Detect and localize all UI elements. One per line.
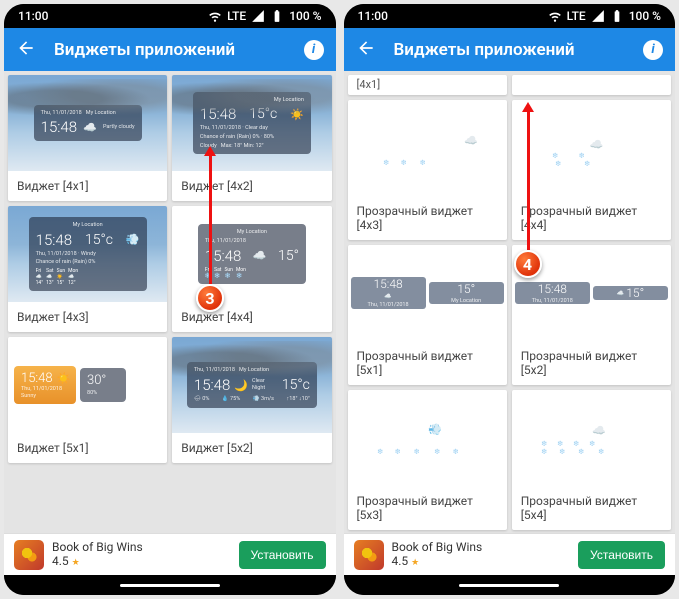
step-badge-3: 3	[196, 284, 224, 312]
network-label: LTE	[227, 9, 246, 23]
widget-card[interactable]: My Location Thu, 11/01/2018 15:48☁️15° F…	[172, 206, 331, 332]
widget-label: Прозрачный виджет [5x2]	[512, 341, 671, 385]
widget-label: Прозрачный виджет [4x4]	[512, 196, 671, 240]
widget-card[interactable]: My Location 15:4815°c💨 Thu, 11/01/2018 ·…	[8, 206, 167, 332]
step-badge-4: 4	[514, 250, 542, 278]
widget-label: Виджет [5x2]	[172, 433, 331, 463]
widget-label: Виджет [4x4]	[172, 302, 331, 332]
scroll-arrow	[209, 154, 212, 284]
app-bar-title: Виджеты приложений	[54, 40, 286, 60]
status-bar: 11:00 LTE 100 %	[344, 4, 676, 28]
phone-left: 11:00 LTE 100 % Виджеты приложений i Thu…	[4, 4, 336, 595]
info-icon[interactable]: i	[643, 40, 663, 60]
install-button[interactable]: Установить	[578, 541, 665, 569]
network-label: LTE	[567, 9, 586, 23]
widget-card[interactable]: Thu, 11/01/2018 My Location 15:48🌙Clear …	[172, 337, 331, 463]
status-time: 11:00	[358, 9, 388, 23]
widget-list[interactable]: [4x1] My Location 15:48☁️ Thu, 11/01/201…	[344, 71, 676, 533]
ad-banner[interactable]: Book of Big Wins 4.5 ★ Установить	[344, 533, 676, 575]
widget-card[interactable]: 15:48💨15° Thu, 11/01/2018 · Windy Fri ❄️…	[348, 390, 507, 530]
battery-label: 100 %	[289, 9, 321, 23]
status-right: LTE 100 %	[208, 9, 321, 23]
widget-label: Виджет [4x2]	[172, 171, 331, 201]
wifi-icon	[208, 9, 222, 23]
widget-card[interactable]: Thu, 11/01/2018 My Location 15:48☁️Partl…	[8, 75, 167, 201]
ad-app-icon	[354, 540, 384, 570]
widget-label: Прозрачный виджет [5x3]	[348, 486, 507, 530]
battery-icon	[270, 9, 284, 23]
widget-label: Виджет [5x1]	[8, 433, 167, 463]
ad-text: Book of Big Wins 4.5 ★	[52, 540, 231, 569]
wifi-icon	[548, 9, 562, 23]
back-icon[interactable]	[16, 38, 36, 62]
status-right: LTE 100 %	[548, 9, 661, 23]
info-icon[interactable]: i	[304, 40, 324, 60]
battery-label: 100 %	[629, 9, 661, 23]
install-button[interactable]: Установить	[239, 541, 326, 569]
back-icon[interactable]	[356, 38, 376, 62]
signal-icon	[251, 9, 265, 23]
widget-list[interactable]: Thu, 11/01/2018 My Location 15:48☁️Partl…	[4, 71, 336, 533]
battery-icon	[610, 9, 624, 23]
status-time: 11:00	[18, 9, 48, 23]
home-indicator[interactable]	[120, 584, 220, 587]
ad-banner[interactable]: Book of Big Wins 4.5 ★ Установить	[4, 533, 336, 575]
widget-label: Прозрачный виджет [5x1]	[348, 341, 507, 385]
partial-card[interactable]: [4x1]	[348, 75, 507, 95]
signal-icon	[591, 9, 605, 23]
home-indicator[interactable]	[459, 584, 559, 587]
widget-card[interactable]: 15:48☁️Thu, 11/01/2018 15°My Location Пр…	[348, 245, 507, 385]
app-bar: Виджеты приложений i	[344, 28, 676, 71]
widget-card[interactable]: My Location 15:48☁️15° Fri ❄️ 14°Sat ❄️ …	[512, 100, 671, 240]
status-bar: 11:00 LTE 100 %	[4, 4, 336, 28]
ad-text: Book of Big Wins 4.5 ★	[392, 540, 571, 569]
widget-label: Прозрачный виджет [5x4]	[512, 486, 671, 530]
scroll-arrow	[527, 110, 530, 250]
widget-card[interactable]: My Location 15:4815°c☀️ Thu, 11/01/2018 …	[172, 75, 331, 201]
ad-app-icon	[14, 540, 44, 570]
nav-bar	[344, 575, 676, 595]
partial-card[interactable]	[512, 75, 671, 95]
widget-card[interactable]: 15:48☀️ Thu, 11/01/2018 Sunny 30° 80% Ви…	[8, 337, 167, 463]
app-bar: Виджеты приложений i	[4, 28, 336, 71]
phone-right: 11:00 LTE 100 % Виджеты приложений i [4x…	[344, 4, 676, 595]
widget-card[interactable]: My Location 15:48☁️ Thu, 11/01/2018 Fri …	[348, 100, 507, 240]
widget-label: Прозрачный виджет [4x3]	[348, 196, 507, 240]
nav-bar	[4, 575, 336, 595]
widget-label: Виджет [4x1]	[8, 171, 167, 201]
widget-label: Виджет [4x3]	[8, 302, 167, 332]
widget-card[interactable]: 15:48☁️15° 0h ❄️3h ❄️6h ❄️9h ❄️ Fri ❄️Sa…	[512, 390, 671, 530]
app-bar-title: Виджеты приложений	[394, 40, 626, 60]
